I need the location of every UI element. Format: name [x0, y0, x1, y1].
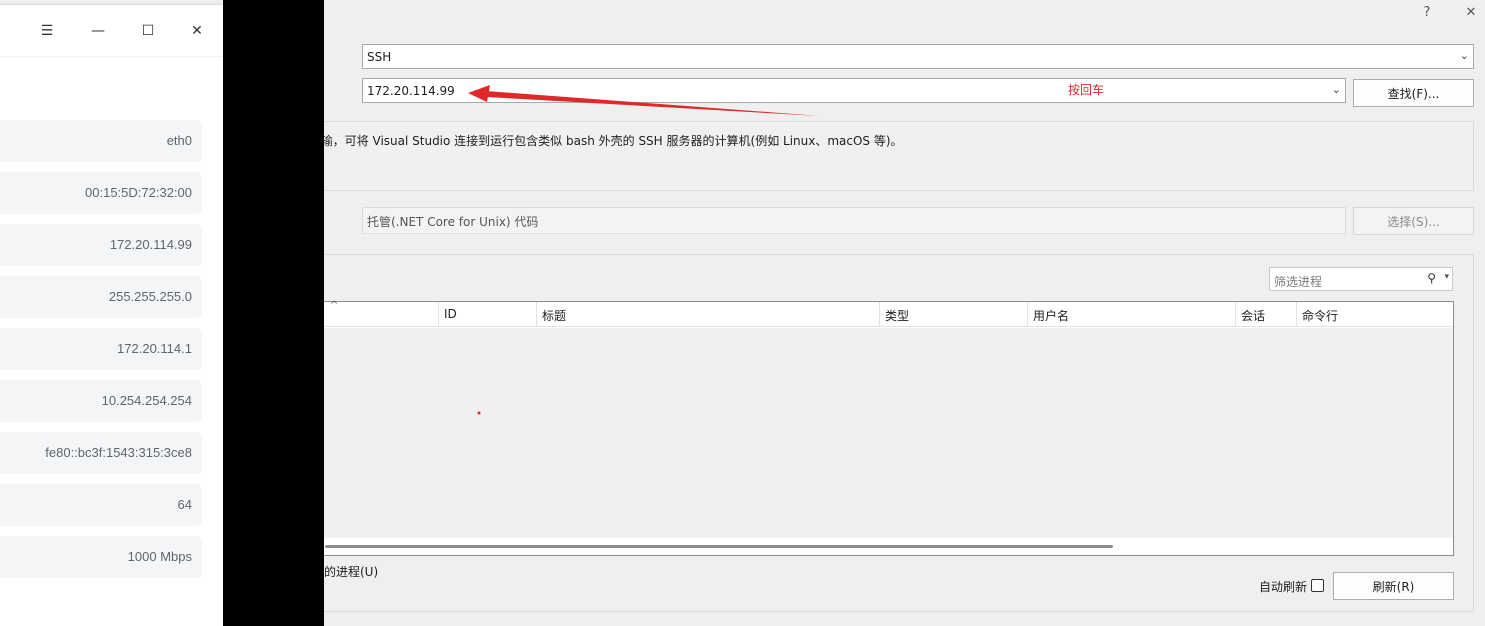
code-type-field: 托管(.NET Core for Unix) 代码: [362, 207, 1346, 234]
connection-type-select[interactable]: SSH ⌄: [362, 44, 1474, 69]
ipv6-address-row: fe80::bc3f:1543:315:3ce8: [0, 432, 202, 474]
code-type-value: 托管(.NET Core for Unix) 代码: [367, 215, 539, 229]
ipv6-address-value: fe80::bc3f:1543:315:3ce8: [45, 445, 192, 460]
gateway-row: 172.20.114.1: [0, 328, 202, 370]
sort-ascending-icon: ^: [330, 300, 339, 311]
ipv4-address-row: 172.20.114.99: [0, 224, 202, 266]
menu-icon[interactable]: ☰: [33, 17, 61, 45]
window-close-icon[interactable]: ✕: [183, 17, 211, 45]
dialog-title-strip: [223, 0, 1485, 24]
process-table-header: ^ ID 标题 类型 用户名 会话 命令行: [224, 300, 1453, 327]
auto-refresh-label: 自动刷新: [1259, 580, 1308, 594]
adapter-name-row: eth0: [0, 120, 202, 162]
prefix-length-row: 64: [0, 484, 202, 526]
subnet-mask-row: 255.255.255.0: [0, 276, 202, 318]
dropdown-arrow-icon[interactable]: ▾: [1444, 272, 1449, 282]
annotation-text: 按回车: [1068, 83, 1105, 97]
connection-type-value: SSH: [367, 50, 392, 64]
mac-address-value: 00:15:5D:72:32:00: [85, 185, 192, 200]
filter-processes-input[interactable]: 筛选进程 ⚲ ▾: [1269, 267, 1453, 291]
maximize-icon[interactable]: ☐: [134, 17, 162, 45]
find-button[interactable]: 查找(F)...: [1353, 79, 1474, 107]
refresh-button[interactable]: 刷新(R): [1333, 572, 1454, 600]
gateway-value: 172.20.114.1: [117, 341, 192, 356]
column-header-type[interactable]: 类型: [879, 302, 1027, 327]
occluded-region: [223, 0, 324, 626]
process-table: ^ ID 标题 类型 用户名 会话 命令行: [223, 300, 1454, 556]
window-titlebar: ☰ — ☐ ✕: [0, 5, 223, 57]
column-header-commandline[interactable]: 命令行: [1296, 302, 1453, 327]
dialog-close-icon[interactable]: ✕: [1460, 2, 1482, 22]
horizontal-scrollbar[interactable]: [325, 545, 1113, 548]
auto-refresh-checkbox[interactable]: [1311, 579, 1324, 592]
column-header-username[interactable]: 用户名: [1027, 302, 1235, 327]
dns-value: 10.254.254.254: [101, 393, 192, 408]
connection-target-value: 172.20.114.99: [367, 84, 455, 98]
ipv4-address-value: 172.20.114.99: [109, 237, 192, 252]
chevron-down-icon[interactable]: ⌄: [1332, 83, 1341, 96]
column-header-title[interactable]: 标题: [536, 302, 879, 327]
connection-target-combobox[interactable]: 172.20.114.99 ⌄: [362, 78, 1346, 103]
minimize-icon[interactable]: —: [84, 17, 112, 45]
subnet-mask-value: 255.255.255.0: [108, 289, 192, 304]
network-adapter-window: ☰ — ☐ ✕ eth0 00:15:5D:72:32:00 172.20.11…: [0, 5, 223, 626]
select-code-type-button[interactable]: 选择(S)...: [1353, 207, 1474, 235]
help-icon[interactable]: ?: [1416, 2, 1438, 22]
connection-info-text: 壳)传输，可将 Visual Studio 连接到运行包含类似 bash 外壳的…: [292, 134, 903, 148]
show-all-users-label[interactable]: 的进程(U): [324, 563, 378, 580]
chevron-down-icon: ⌄: [1459, 49, 1469, 62]
search-icon[interactable]: ⚲: [1427, 271, 1436, 285]
process-table-body[interactable]: [224, 328, 1453, 538]
adapter-name-value: eth0: [166, 133, 192, 148]
link-speed-value: 1000 Mbps: [127, 549, 192, 564]
column-header-session[interactable]: 会话: [1235, 302, 1296, 327]
link-speed-row: 1000 Mbps: [0, 536, 202, 578]
dns-row: 10.254.254.254: [0, 380, 202, 422]
prefix-length-value: 64: [177, 497, 192, 512]
mac-address-row: 00:15:5D:72:32:00: [0, 172, 202, 214]
column-header-id[interactable]: ID: [438, 302, 536, 327]
filter-placeholder: 筛选进程: [1274, 275, 1323, 289]
